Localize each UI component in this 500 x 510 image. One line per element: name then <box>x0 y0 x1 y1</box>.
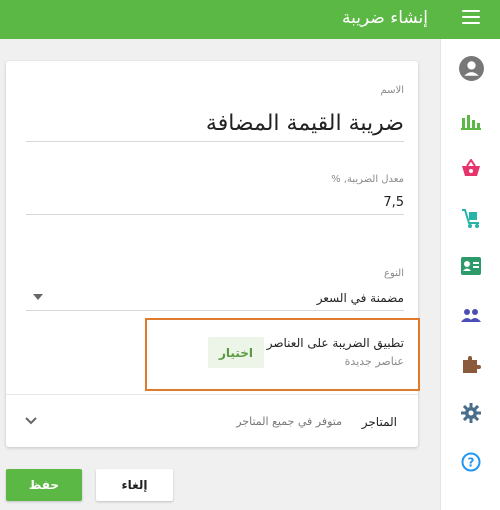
name-label: الاسم <box>380 85 404 96</box>
type-underline <box>26 310 404 311</box>
dropdown-arrow-icon[interactable] <box>33 294 43 300</box>
puzzle-icon[interactable] <box>457 350 485 378</box>
type-select[interactable]: مضمنة في السعر <box>317 291 404 305</box>
cart-icon[interactable] <box>457 204 485 232</box>
save-button[interactable]: حفظ <box>6 469 82 501</box>
help-icon[interactable]: ? <box>457 448 485 476</box>
menu-icon[interactable] <box>462 10 480 26</box>
page-title: إنشاء ضريبة <box>342 8 428 28</box>
chart-icon[interactable] <box>457 107 485 135</box>
apply-items-title: تطبيق الضريبة على العناصر <box>266 336 404 350</box>
type-label: النوع <box>384 268 404 279</box>
rate-label: معدل الضريبة, % <box>331 174 404 185</box>
section-divider <box>6 394 418 395</box>
id-card-icon[interactable] <box>457 252 485 280</box>
chevron-down-icon[interactable] <box>25 417 37 425</box>
user-icon[interactable] <box>457 54 485 82</box>
name-field[interactable]: ضريبة القيمة المضافة <box>206 111 404 136</box>
basket-icon[interactable] <box>457 154 485 182</box>
rate-underline <box>26 214 404 215</box>
sidebar: ? <box>440 39 500 510</box>
cancel-button[interactable]: إلغاء <box>96 469 173 501</box>
users-icon[interactable] <box>457 301 485 329</box>
stores-value: متوفر في جميع المتاجر <box>236 415 342 428</box>
apply-items-subtitle: عناصر جديدة <box>344 355 404 368</box>
stores-label: المتاجر <box>361 415 397 429</box>
gear-icon[interactable] <box>457 399 485 427</box>
rate-field[interactable]: 7,5 <box>383 195 404 210</box>
name-underline <box>26 141 404 142</box>
app-bar: إنشاء ضريبة <box>0 0 500 39</box>
select-items-button[interactable]: اختيار <box>208 337 264 368</box>
svg-text:?: ? <box>468 456 475 470</box>
